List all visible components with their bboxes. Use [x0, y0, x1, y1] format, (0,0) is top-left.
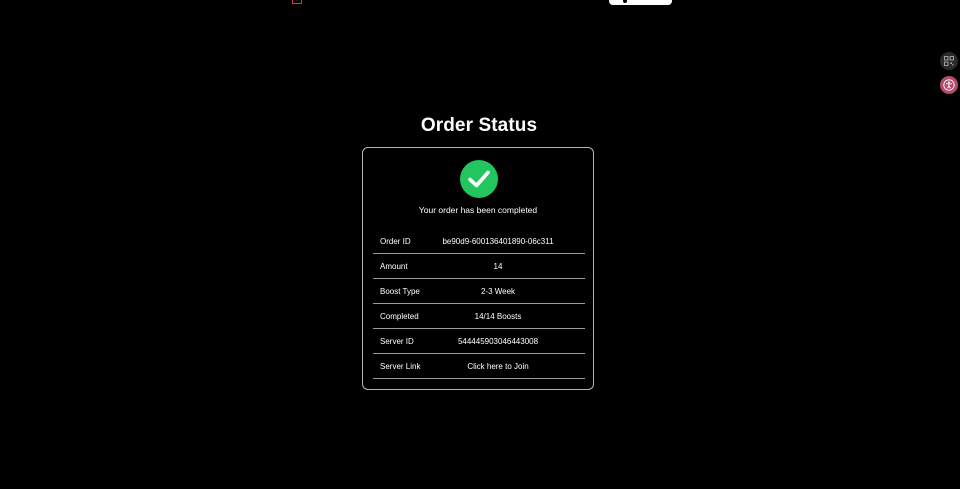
order-id-value: be90d9-600136401890-06c311	[442, 237, 554, 246]
detail-row-completed: Completed 14/14 Boosts	[373, 304, 585, 329]
qr-code-icon	[944, 56, 954, 66]
header-button-icon	[623, 0, 627, 3]
status-message: Your order has been completed	[418, 205, 538, 215]
check-circle-icon	[468, 170, 490, 188]
order-details-table: Order ID be90d9-600136401890-06c311 Amou…	[373, 229, 585, 379]
qr-code-button[interactable]	[940, 52, 958, 70]
detail-label: Boost Type	[380, 287, 420, 296]
detail-label: Server ID	[380, 337, 414, 346]
detail-label: Amount	[380, 262, 408, 271]
detail-row-server-id: Server ID 544445903046443008	[373, 329, 585, 354]
detail-row-server-link: Server Link Click here to Join	[373, 354, 585, 379]
server-id-value: 544445903046443008	[457, 337, 539, 346]
amount-value: 14	[493, 262, 503, 271]
detail-label: Order ID	[380, 237, 411, 246]
accessibility-button[interactable]	[940, 76, 958, 94]
server-join-link[interactable]: Click here to Join	[433, 362, 563, 371]
detail-row-boost-type: Boost Type 2-3 Week	[373, 279, 585, 304]
header-button[interactable]	[609, 0, 672, 5]
page: Order Status Your order has been complet…	[0, 0, 960, 489]
mail-icon[interactable]	[292, 0, 302, 4]
status-badge	[460, 160, 498, 198]
completed-value: 14/14 Boosts	[474, 312, 522, 321]
detail-label: Server Link	[380, 362, 421, 371]
order-status-card: Your order has been completed Order ID b…	[362, 147, 594, 390]
page-title: Order Status	[420, 115, 538, 136]
accessibility-icon	[943, 79, 955, 91]
detail-row-order-id: Order ID be90d9-600136401890-06c311	[373, 229, 585, 254]
detail-label: Completed	[380, 312, 419, 321]
detail-row-amount: Amount 14	[373, 254, 585, 279]
boost-type-value: 2-3 Week	[480, 287, 516, 296]
